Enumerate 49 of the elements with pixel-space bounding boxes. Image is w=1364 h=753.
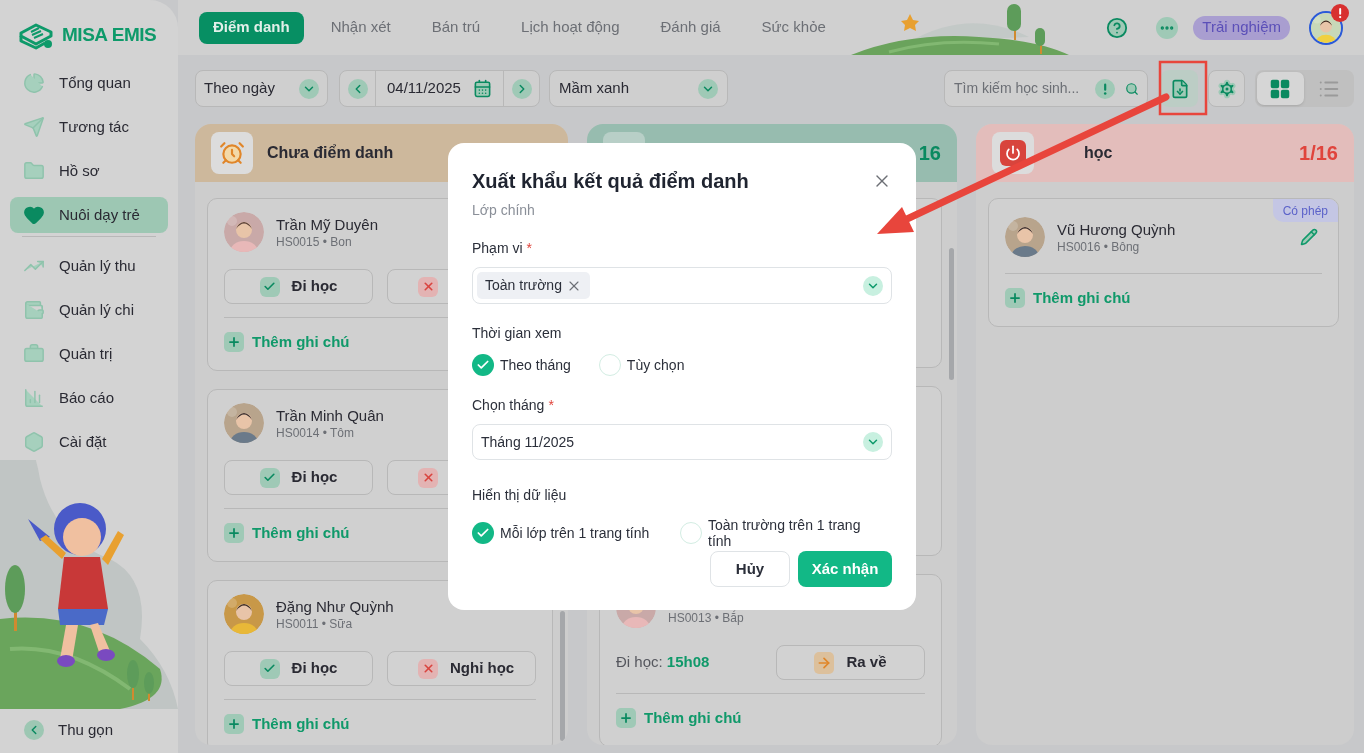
collapse-button[interactable]: Thu gọn [0,709,178,751]
month-select[interactable]: Tháng 11/2025 [472,424,892,460]
column-count: 1/16 [1299,141,1338,166]
field-label: Hiển thị dữ liệu [472,487,567,503]
radio-option[interactable]: Mỗi lớp trên 1 trang tính [472,517,680,549]
brand-name: MISA EMIS [62,23,157,48]
selected-tag: Toàn trường [477,272,590,299]
sidebar-item[interactable]: Quản lý chi [10,292,168,328]
present-button[interactable]: Đi học [224,460,373,495]
sidebar-item[interactable]: Tổng quan [10,65,168,101]
student-code: HS0013 • Bắp [668,609,744,626]
student-name: Vũ Hương Quỳnh [1057,219,1176,239]
class-select[interactable]: Mầm xanh [549,70,728,107]
field-label: Phạm vi * [472,240,533,256]
sidebar-item[interactable]: Hồ sơ [10,153,168,189]
search-field[interactable]: Tìm kiếm học sinh... [944,70,1148,107]
dialog-title: Xuất khẩu kết quả điểm danh [472,169,749,194]
sidebar-item[interactable]: Quản lý thu [10,248,168,284]
student-code: HS0011 • Sữa [276,615,354,632]
student-name: Đặng Như Quỳnh [276,596,394,616]
student-code: HS0014 • Tôm [276,424,356,441]
radio-option[interactable]: Theo tháng [472,354,571,376]
column-title: học [1084,143,1113,163]
sidebar-item[interactable]: Tương tác [10,109,168,145]
permission-tag: Có phép [1272,199,1338,222]
column-title: Chưa điểm danh [267,143,394,163]
check-in-time: Đi học: 15h08 [616,652,710,673]
mode-select[interactable]: Theo ngày [195,70,328,107]
sidebar-item[interactable]: Báo cáo [10,380,168,416]
scope-select[interactable]: Toàn trường [472,267,892,304]
sidebar-item[interactable]: Cài đặt [10,424,168,460]
leave-button[interactable]: Ra về [776,645,925,680]
absent-button[interactable]: Nghỉ học [387,651,536,686]
field-label: Thời gian xem [472,325,562,341]
cancel-button[interactable]: Hủy [710,551,790,587]
search-input[interactable]: Tìm kiếm học sinh... [954,78,1089,99]
student-name: Trần Minh Quân [276,405,384,425]
present-button[interactable]: Đi học [224,269,373,304]
student-name: Trần Mỹ Duyên [276,214,378,234]
column-count: 16 [918,141,941,166]
radio-option[interactable]: Tùy chọn [598,354,685,376]
sidebar-item[interactable]: Nuôi dạy trẻ [10,197,168,233]
student-code: HS0016 • Bông [1057,238,1141,255]
present-button[interactable]: Đi học [224,651,373,686]
student-code: HS0015 • Bon [276,233,353,250]
radio-option[interactable]: Toàn trường trên 1 trang tính [680,517,892,549]
dialog-subtitle: Lớp chính [472,201,536,220]
field-label: Chọn tháng * [472,397,554,413]
sidebar-item[interactable]: Quản trị [10,336,168,372]
